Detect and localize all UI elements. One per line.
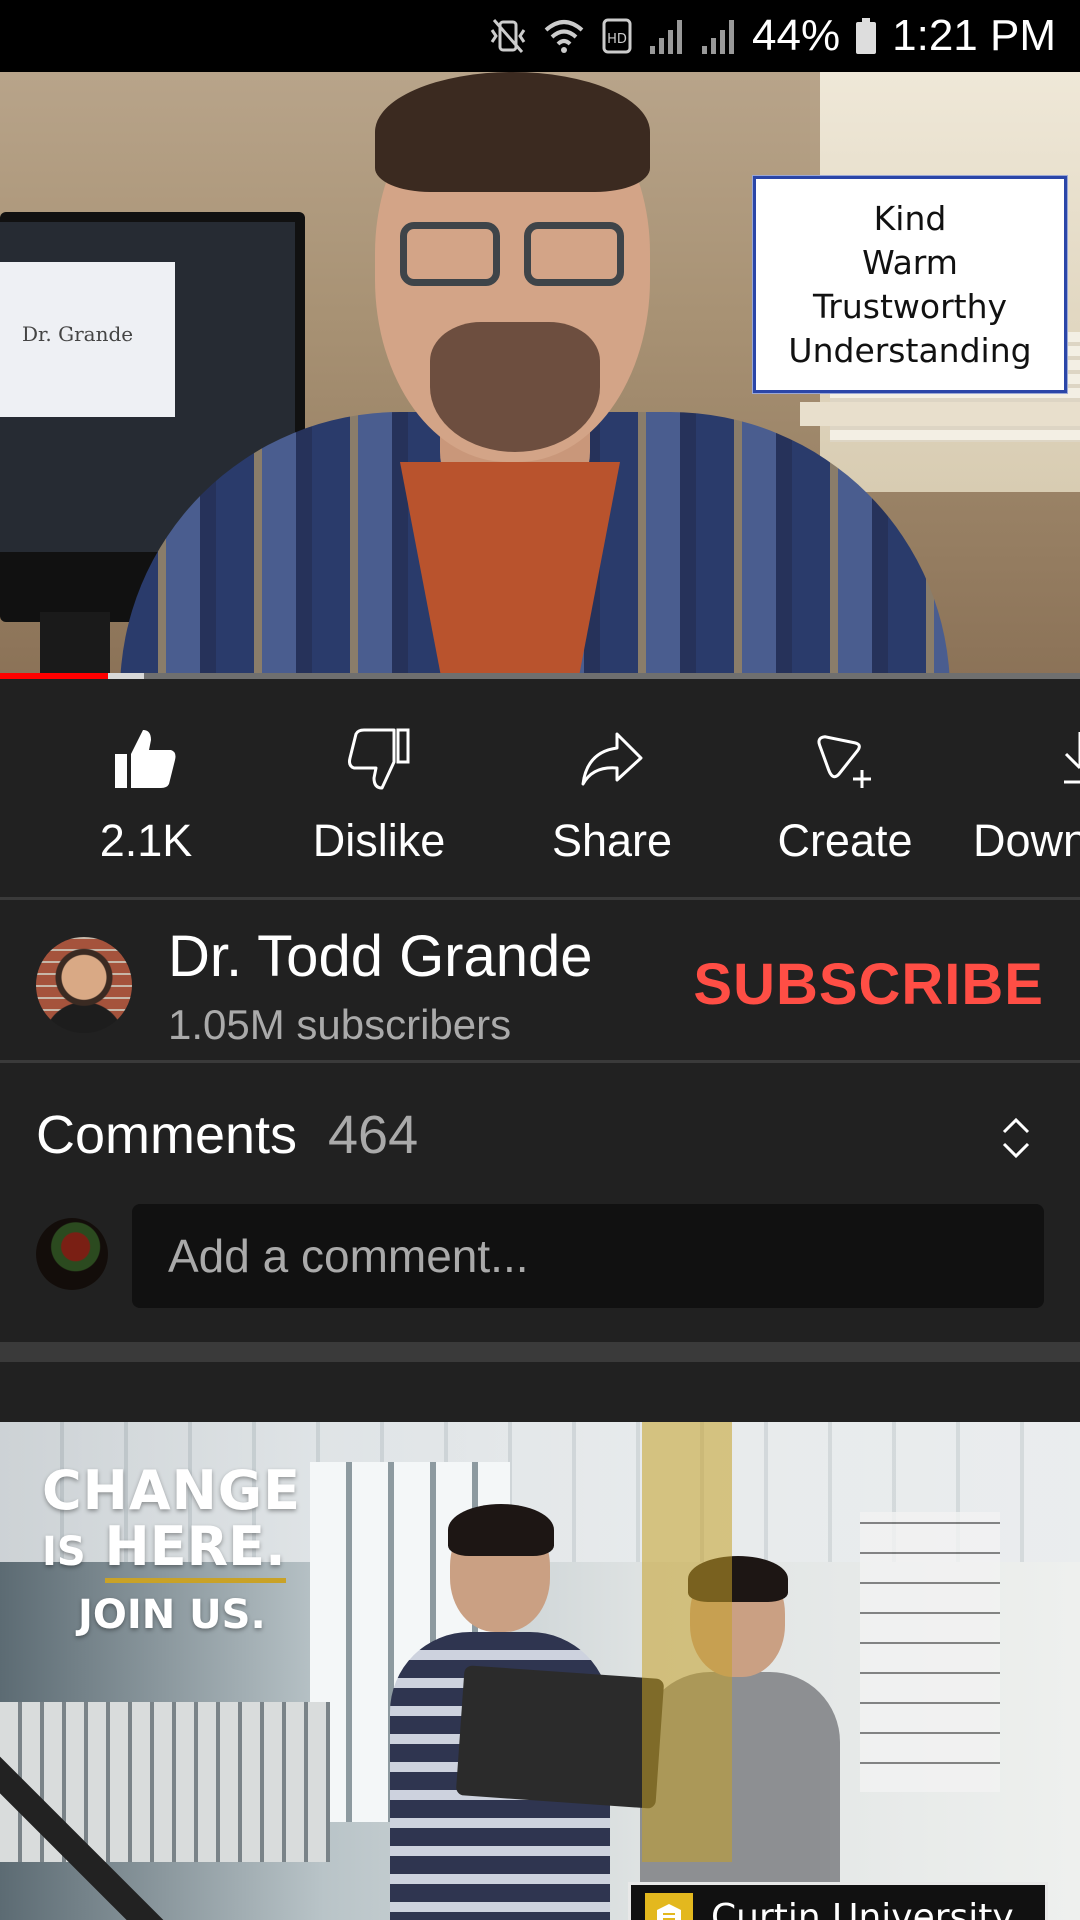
section-divider (0, 1342, 1080, 1362)
share-arrow-icon (572, 719, 652, 799)
battery-percent: 44% (752, 11, 841, 60)
expand-comments-icon[interactable] (988, 1110, 1044, 1166)
presenter-beard (430, 322, 600, 452)
ad-tagline-is: IS (42, 1529, 86, 1575)
download-button[interactable]: Down (960, 719, 1080, 869)
svg-text:HD: HD (607, 32, 627, 47)
download-label: Down (973, 815, 1080, 866)
ad-laptop (455, 1665, 665, 1809)
wifi-icon (542, 16, 586, 56)
ad-tagline-here: HERE. (104, 1515, 286, 1583)
overlay-line: Understanding (788, 330, 1032, 370)
like-count: 2.1K (99, 815, 193, 866)
ad-tagline-line3: JOIN US. (78, 1592, 266, 1638)
data-saver-icon: HD (600, 16, 634, 56)
spacer (0, 1362, 1080, 1422)
subscriber-count: 1.05M subscribers (168, 1001, 512, 1048)
channel-row[interactable]: Dr. Todd Grande 1.05M subscribers SUBSCR… (0, 903, 1080, 1063)
comments-title: Comments (36, 1105, 298, 1165)
video-overlay-card: Kind Warm Trustworthy Understanding (753, 176, 1067, 393)
share-label: Share (551, 815, 673, 866)
university-crest-icon (645, 1893, 693, 1920)
channel-name[interactable]: Dr. Todd Grande (168, 923, 593, 990)
ad-whiteboard (860, 1512, 1000, 1792)
create-label: Create (777, 815, 913, 866)
ad-brand-badge[interactable]: Curtin University (628, 1882, 1048, 1920)
signal-icon (700, 16, 738, 56)
presenter-glasses (400, 222, 630, 292)
download-icon (960, 719, 1080, 799)
overlay-line: Trustworthy (812, 286, 1008, 326)
dislike-label: Dislike (312, 815, 446, 866)
thumbs-down-icon (339, 719, 419, 799)
create-remix-icon (805, 719, 885, 799)
status-bar: HD 44% 1:21 PM (0, 0, 1080, 72)
signal-icon (648, 16, 686, 56)
ad-tagline-line2: IS HERE. (42, 1515, 301, 1583)
video-actions-row: 2.1K Dislike Share Create Down (0, 679, 1080, 900)
ad-brand-name: Curtin University (711, 1896, 1014, 1920)
channel-avatar[interactable] (36, 937, 132, 1033)
like-button[interactable]: 2.1K (46, 719, 246, 869)
monitor-stand (40, 612, 110, 677)
video-player[interactable]: Dr. Grande Kind Warm Trustworthy Underst… (0, 72, 1080, 677)
user-avatar (36, 1218, 108, 1290)
presenter-hair (375, 72, 650, 192)
overlay-line: Warm (862, 242, 958, 282)
mute-vibrate-icon (488, 16, 528, 56)
comments-section[interactable]: Comments 464 (0, 1066, 1080, 1342)
add-comment-input[interactable] (132, 1204, 1044, 1308)
ad-banner[interactable]: CHANGE IS HERE. JOIN US. Curtin Universi… (0, 1422, 1080, 1920)
thumbs-up-filled-icon (106, 719, 186, 799)
battery-icon (854, 16, 878, 56)
create-button[interactable]: Create (745, 719, 945, 869)
ad-tagline: CHANGE IS HERE. JOIN US. (42, 1464, 301, 1649)
dislike-button[interactable]: Dislike (279, 719, 479, 869)
subscribe-button[interactable]: SUBSCRIBE (693, 951, 1044, 1018)
comments-count: 464 (328, 1105, 419, 1165)
ad-yellow-overlay (642, 1422, 732, 1862)
clock: 1:21 PM (892, 11, 1056, 60)
overlay-line: Kind (873, 198, 947, 238)
share-button[interactable]: Share (512, 719, 712, 869)
ad-tagline-line1: CHANGE (42, 1459, 302, 1522)
